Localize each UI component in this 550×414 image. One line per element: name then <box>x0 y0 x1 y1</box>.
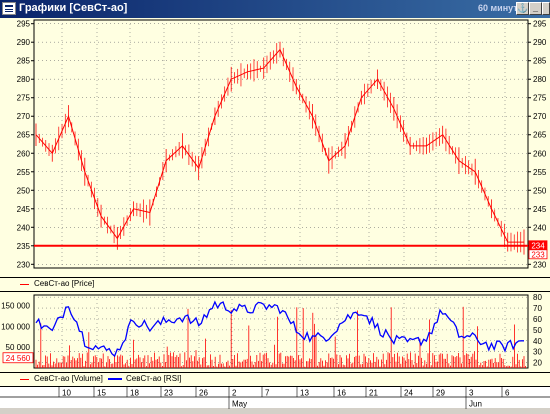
date-tick-label: 2 <box>232 389 237 398</box>
price-tick-label-right: 290 <box>533 38 547 47</box>
date-tick-label: 26 <box>199 389 208 398</box>
price-tick-label-left: 255 <box>17 168 31 177</box>
price-pane[interactable]: 2302302352352402402452452502502552552602… <box>0 18 550 277</box>
price-tick-label-left: 240 <box>17 223 31 232</box>
interval-selector[interactable]: 60 минут <box>478 3 518 13</box>
price-tick-label-right: 275 <box>533 94 547 103</box>
date-tick-label: 24 <box>404 389 413 398</box>
rsi-legend-label: СевСт-ао [RSI] <box>126 374 182 383</box>
price-legend-label: СевСт-ао [Price] <box>34 279 95 288</box>
date-tick-label: 13 <box>300 389 309 398</box>
price-tick-label-left: 275 <box>17 94 31 103</box>
price-plot-frame <box>33 19 529 269</box>
price-tick-label-right: 230 <box>533 260 547 269</box>
price-tick-label-right: 295 <box>533 20 547 29</box>
month-label: Jun <box>469 400 482 409</box>
rsi-legend-swatch <box>108 378 122 380</box>
month-label: May <box>232 400 247 409</box>
price-marker-label: 234 <box>531 241 545 250</box>
rsi-tick-label: 80 <box>533 293 542 302</box>
price-tick-label-left: 280 <box>17 75 31 84</box>
date-tick-label: 16 <box>337 389 346 398</box>
date-tick-label: 6 <box>505 389 510 398</box>
price-tick-label-right: 280 <box>533 75 547 84</box>
rsi-tick-label: 30 <box>533 348 542 357</box>
date-tick-label: 18 <box>130 389 139 398</box>
price-tick-label-left: 285 <box>17 57 31 66</box>
chart-window-icon <box>2 2 16 15</box>
price-tick-label-right: 245 <box>533 205 547 214</box>
volume-legend-swatch <box>20 379 29 380</box>
date-tick-label: 23 <box>164 389 173 398</box>
anchor-icon[interactable]: ⚓ <box>516 2 529 15</box>
price-tick-label-left: 260 <box>17 149 31 158</box>
volume-rsi-legend: СевСт-ао [Volume] СевСт-ао [RSI] <box>0 372 550 386</box>
price-tick-label-left: 290 <box>17 38 31 47</box>
price-line <box>35 48 524 243</box>
price-tick-label-left: 230 <box>17 260 31 269</box>
window-title: Графики [СевСт-ао] <box>19 2 128 14</box>
price-tick-label-right: 270 <box>533 112 547 121</box>
price-tick-label-left: 235 <box>17 242 31 251</box>
price-tick-label-right: 255 <box>533 168 547 177</box>
volume-legend-label: СевСт-ао [Volume] <box>34 374 103 383</box>
price-legend: СевСт-ао [Price] <box>0 277 550 292</box>
price-tick-label-left: 250 <box>17 186 31 195</box>
price-tick-label-right: 285 <box>533 57 547 66</box>
date-tick-label: 3 <box>469 389 474 398</box>
title-bar: Графики [СевСт-ао] 60 минут ⚓ _ <box>0 0 550 18</box>
volume-tick-label: 150 000 <box>1 301 30 310</box>
date-tick-label: 15 <box>97 389 106 398</box>
rsi-tick-label: 70 <box>533 304 542 313</box>
price-marker-label: 233 <box>531 250 545 259</box>
minimize-icon[interactable]: _ <box>529 2 542 15</box>
date-tick-label: 21 <box>369 389 378 398</box>
price-tick-label-right: 240 <box>533 223 547 232</box>
volume-rsi-pane[interactable]: 20 30 40 50 60 70 80 150 000 100 000 50 000 24 560 <box>0 292 550 372</box>
rsi-tick-label: 40 <box>533 337 542 346</box>
rsi-tick-label: 60 <box>533 315 542 324</box>
price-tick-label-right: 260 <box>533 149 547 158</box>
price-tick-label-left: 245 <box>17 205 31 214</box>
price-chart[interactable]: 2302302352352402402452452502502552552602… <box>0 18 550 277</box>
price-tick-label-left: 270 <box>17 112 31 121</box>
close-icon[interactable] <box>542 2 550 15</box>
price-tick-label-right: 250 <box>533 186 547 195</box>
price-tick-label-left: 295 <box>17 20 31 29</box>
price-tick-label-left: 265 <box>17 131 31 140</box>
price-legend-swatch <box>20 284 29 285</box>
volume-last-value: 24 560 <box>6 354 31 363</box>
date-tick-label: 29 <box>436 389 445 398</box>
volume-tick-label: 100 000 <box>1 322 30 331</box>
volume-rsi-chart[interactable]: 20 30 40 50 60 70 80 150 000 100 000 50 000 24 560 <box>0 292 550 372</box>
date-tick-label: 7 <box>265 389 270 398</box>
date-tick-label: 10 <box>62 389 71 398</box>
rsi-tick-label: 20 <box>533 359 542 368</box>
date-axis: 10 15 18 23 26 2 7 13 16 21 24 29 3 6 May Jun <box>0 386 550 409</box>
volume-tick-label: 50 000 <box>6 343 31 352</box>
price-tick-label-right: 265 <box>533 131 547 140</box>
rsi-tick-label: 50 <box>533 326 542 335</box>
rsi-line <box>35 300 524 358</box>
date-axis-scale: 10 15 18 23 26 2 7 13 16 21 24 29 3 6 May Jun <box>0 387 550 409</box>
